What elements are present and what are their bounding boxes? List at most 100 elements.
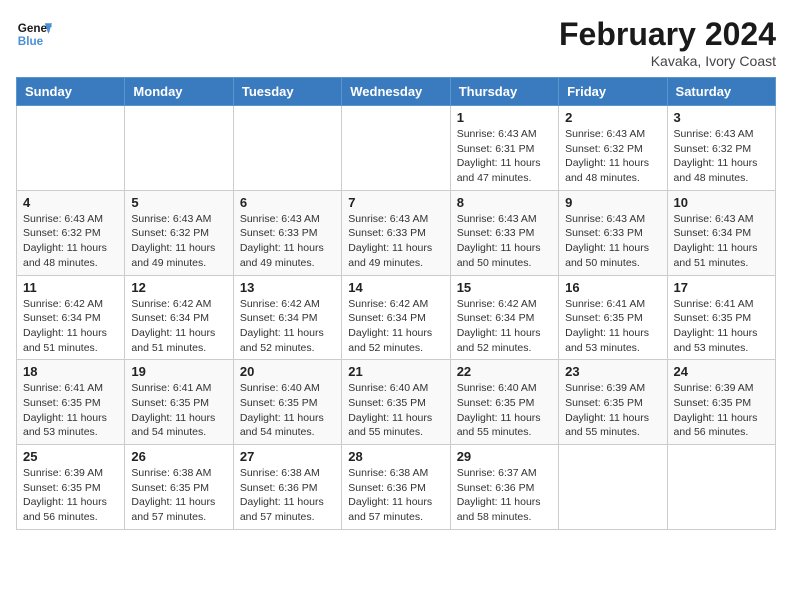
day-cell: 9 Sunrise: 6:43 AMSunset: 6:33 PMDaylight… bbox=[559, 190, 667, 275]
day-cell: 5 Sunrise: 6:43 AMSunset: 6:32 PMDaylight… bbox=[125, 190, 233, 275]
svg-text:Blue: Blue bbox=[18, 35, 44, 48]
weekday-header-monday: Monday bbox=[125, 78, 233, 106]
day-cell: 6 Sunrise: 6:43 AMSunset: 6:33 PMDaylight… bbox=[233, 190, 341, 275]
day-cell: 24 Sunrise: 6:39 AMSunset: 6:35 PMDayligh… bbox=[667, 360, 775, 445]
day-info: Sunrise: 6:43 AMSunset: 6:32 PMDaylight:… bbox=[674, 127, 769, 186]
day-number: 9 bbox=[565, 195, 660, 210]
day-cell: 8Sunrise: 6:43 AMSunset: 6:33 PMDaylight… bbox=[450, 190, 558, 275]
header: General Blue February 2024 Kavaka, Ivory… bbox=[16, 16, 776, 69]
day-info: Sunrise: 6:40 AMSunset: 6:35 PMDaylight:… bbox=[348, 381, 443, 440]
day-number: 4 bbox=[23, 195, 118, 210]
calendar: SundayMondayTuesdayWednesdayThursdayFrid… bbox=[16, 77, 776, 530]
day-info: Sunrise: 6:41 AMSunset: 6:35 PMDaylight:… bbox=[565, 297, 660, 356]
day-number: 14 bbox=[348, 280, 443, 295]
day-cell: 29 Sunrise: 6:37 AMSunset: 6:36 PMDayligh… bbox=[450, 445, 558, 530]
day-cell: 13Sunrise: 6:42 AMSunset: 6:34 PMDayligh… bbox=[233, 275, 341, 360]
month-title: February 2024 bbox=[559, 16, 776, 53]
day-cell bbox=[17, 106, 125, 191]
day-cell bbox=[667, 445, 775, 530]
day-cell: 26 Sunrise: 6:38 AMSunset: 6:35 PMDayligh… bbox=[125, 445, 233, 530]
day-cell: 20 Sunrise: 6:40 AMSunset: 6:35 PMDayligh… bbox=[233, 360, 341, 445]
weekday-header-sunday: Sunday bbox=[17, 78, 125, 106]
day-number: 27 bbox=[240, 449, 335, 464]
day-info: Sunrise: 6:42 AMSunset: 6:34 PMDaylight:… bbox=[457, 297, 552, 356]
day-number: 24 bbox=[674, 364, 769, 379]
day-info: Sunrise: 6:37 AMSunset: 6:36 PMDaylight:… bbox=[457, 466, 552, 525]
day-number: 18 bbox=[23, 364, 118, 379]
day-cell: 3 Sunrise: 6:43 AMSunset: 6:32 PMDaylight… bbox=[667, 106, 775, 191]
day-number: 19 bbox=[131, 364, 226, 379]
day-number: 20 bbox=[240, 364, 335, 379]
day-info: Sunrise: 6:41 AMSunset: 6:35 PMDaylight:… bbox=[131, 381, 226, 440]
day-cell: 21 Sunrise: 6:40 AMSunset: 6:35 PMDayligh… bbox=[342, 360, 450, 445]
day-cell: 22 Sunrise: 6:40 AMSunset: 6:35 PMDayligh… bbox=[450, 360, 558, 445]
day-info: Sunrise: 6:41 AMSunset: 6:35 PMDaylight:… bbox=[674, 297, 769, 356]
day-number: 21 bbox=[348, 364, 443, 379]
day-cell: 4 Sunrise: 6:43 AMSunset: 6:32 PMDaylight… bbox=[17, 190, 125, 275]
weekday-header-wednesday: Wednesday bbox=[342, 78, 450, 106]
title-area: February 2024 Kavaka, Ivory Coast bbox=[559, 16, 776, 69]
day-cell bbox=[342, 106, 450, 191]
day-info: Sunrise: 6:39 AMSunset: 6:35 PMDaylight:… bbox=[674, 381, 769, 440]
day-number: 11 bbox=[23, 280, 118, 295]
day-cell: 23Sunrise: 6:39 AMSunset: 6:35 PMDayligh… bbox=[559, 360, 667, 445]
day-info: Sunrise: 6:43 AMSunset: 6:31 PMDaylight:… bbox=[457, 127, 552, 186]
weekday-header-row: SundayMondayTuesdayWednesdayThursdayFrid… bbox=[17, 78, 776, 106]
day-cell bbox=[125, 106, 233, 191]
day-info: Sunrise: 6:43 AMSunset: 6:33 PMDaylight:… bbox=[348, 212, 443, 271]
weekday-header-friday: Friday bbox=[559, 78, 667, 106]
day-info: Sunrise: 6:40 AMSunset: 6:35 PMDaylight:… bbox=[457, 381, 552, 440]
week-row-2: 4 Sunrise: 6:43 AMSunset: 6:32 PMDaylight… bbox=[17, 190, 776, 275]
week-row-4: 18 Sunrise: 6:41 AMSunset: 6:35 PMDayligh… bbox=[17, 360, 776, 445]
day-number: 6 bbox=[240, 195, 335, 210]
day-number: 10 bbox=[674, 195, 769, 210]
day-number: 5 bbox=[131, 195, 226, 210]
day-cell: 11 Sunrise: 6:42 AMSunset: 6:34 PMDayligh… bbox=[17, 275, 125, 360]
day-info: Sunrise: 6:43 AMSunset: 6:32 PMDaylight:… bbox=[565, 127, 660, 186]
day-cell: 28Sunrise: 6:38 AMSunset: 6:36 PMDayligh… bbox=[342, 445, 450, 530]
day-cell: 7 Sunrise: 6:43 AMSunset: 6:33 PMDaylight… bbox=[342, 190, 450, 275]
day-info: Sunrise: 6:39 AMSunset: 6:35 PMDaylight:… bbox=[23, 466, 118, 525]
logo: General Blue bbox=[16, 16, 52, 52]
day-number: 12 bbox=[131, 280, 226, 295]
day-number: 15 bbox=[457, 280, 552, 295]
day-info: Sunrise: 6:43 AMSunset: 6:33 PMDaylight:… bbox=[240, 212, 335, 271]
day-info: Sunrise: 6:43 AMSunset: 6:32 PMDaylight:… bbox=[23, 212, 118, 271]
day-number: 23 bbox=[565, 364, 660, 379]
day-info: Sunrise: 6:43 AMSunset: 6:33 PMDaylight:… bbox=[565, 212, 660, 271]
day-info: Sunrise: 6:43 AMSunset: 6:34 PMDaylight:… bbox=[674, 212, 769, 271]
day-cell: 15 Sunrise: 6:42 AMSunset: 6:34 PMDayligh… bbox=[450, 275, 558, 360]
day-number: 26 bbox=[131, 449, 226, 464]
day-info: Sunrise: 6:40 AMSunset: 6:35 PMDaylight:… bbox=[240, 381, 335, 440]
week-row-3: 11 Sunrise: 6:42 AMSunset: 6:34 PMDayligh… bbox=[17, 275, 776, 360]
week-row-5: 25 Sunrise: 6:39 AMSunset: 6:35 PMDayligh… bbox=[17, 445, 776, 530]
day-cell: 1 Sunrise: 6:43 AMSunset: 6:31 PMDaylight… bbox=[450, 106, 558, 191]
day-number: 16 bbox=[565, 280, 660, 295]
day-info: Sunrise: 6:42 AMSunset: 6:34 PMDaylight:… bbox=[23, 297, 118, 356]
day-info: Sunrise: 6:43 AMSunset: 6:33 PMDaylight:… bbox=[457, 212, 552, 271]
day-info: Sunrise: 6:38 AMSunset: 6:35 PMDaylight:… bbox=[131, 466, 226, 525]
day-cell: 25 Sunrise: 6:39 AMSunset: 6:35 PMDayligh… bbox=[17, 445, 125, 530]
day-number: 3 bbox=[674, 110, 769, 125]
day-cell: 10 Sunrise: 6:43 AMSunset: 6:34 PMDayligh… bbox=[667, 190, 775, 275]
day-cell: 14 Sunrise: 6:42 AMSunset: 6:34 PMDayligh… bbox=[342, 275, 450, 360]
day-cell bbox=[233, 106, 341, 191]
weekday-header-thursday: Thursday bbox=[450, 78, 558, 106]
day-number: 25 bbox=[23, 449, 118, 464]
day-cell: 19 Sunrise: 6:41 AMSunset: 6:35 PMDayligh… bbox=[125, 360, 233, 445]
day-cell: 18 Sunrise: 6:41 AMSunset: 6:35 PMDayligh… bbox=[17, 360, 125, 445]
day-cell: 16 Sunrise: 6:41 AMSunset: 6:35 PMDayligh… bbox=[559, 275, 667, 360]
day-info: Sunrise: 6:41 AMSunset: 6:35 PMDaylight:… bbox=[23, 381, 118, 440]
day-info: Sunrise: 6:38 AMSunset: 6:36 PMDaylight:… bbox=[348, 466, 443, 525]
day-number: 1 bbox=[457, 110, 552, 125]
week-row-1: 1 Sunrise: 6:43 AMSunset: 6:31 PMDaylight… bbox=[17, 106, 776, 191]
day-number: 29 bbox=[457, 449, 552, 464]
day-number: 7 bbox=[348, 195, 443, 210]
day-cell bbox=[559, 445, 667, 530]
day-number: 22 bbox=[457, 364, 552, 379]
day-info: Sunrise: 6:42 AMSunset: 6:34 PMDaylight:… bbox=[348, 297, 443, 356]
day-number: 2 bbox=[565, 110, 660, 125]
day-info: Sunrise: 6:43 AMSunset: 6:32 PMDaylight:… bbox=[131, 212, 226, 271]
day-number: 13 bbox=[240, 280, 335, 295]
day-cell: 27Sunrise: 6:38 AMSunset: 6:36 PMDayligh… bbox=[233, 445, 341, 530]
